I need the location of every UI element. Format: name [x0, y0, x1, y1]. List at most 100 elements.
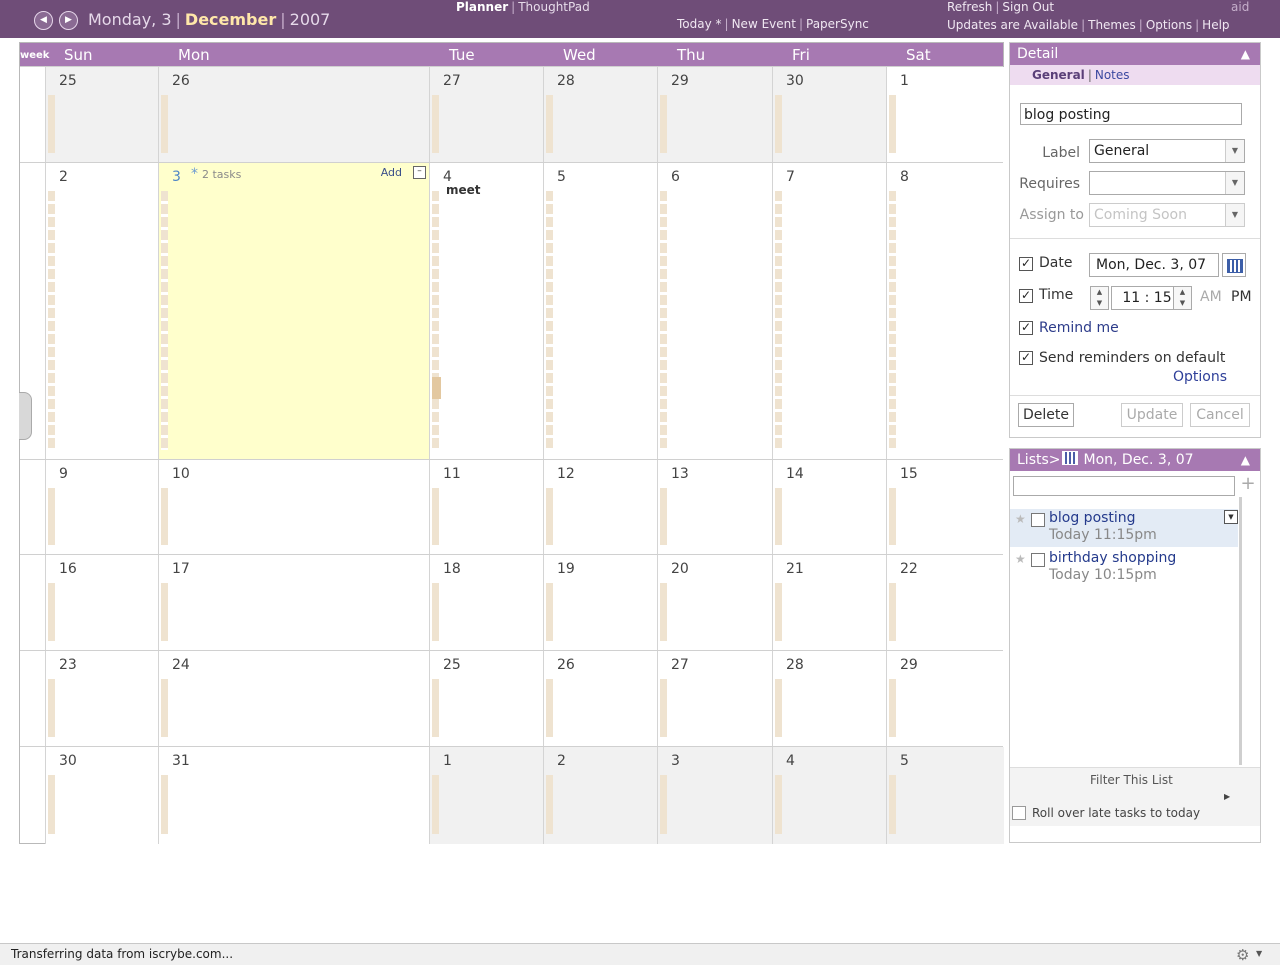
day-cell[interactable]: 5: [886, 747, 1004, 844]
day-cell[interactable]: 5: [543, 163, 658, 460]
date-checkbox[interactable]: ✓: [1019, 257, 1033, 271]
day-cell[interactable]: 1: [429, 747, 544, 844]
chevron-down-icon[interactable]: ▼: [1256, 949, 1262, 958]
double-chevron-up-icon[interactable]: ▲: [1241, 43, 1250, 65]
day-cell[interactable]: 24: [158, 651, 430, 747]
am-toggle[interactable]: AM: [1200, 289, 1222, 305]
requires-select[interactable]: ▼: [1089, 171, 1245, 195]
day-cell[interactable]: 28: [772, 651, 887, 747]
send-reminders-checkbox[interactable]: ✓: [1019, 351, 1033, 365]
chevron-down-icon[interactable]: ▼: [1224, 510, 1238, 524]
event-time-block[interactable]: [432, 377, 441, 399]
day-cell[interactable]: 30: [45, 747, 159, 844]
day-cell[interactable]: 3 * 2 tasks Add –: [158, 163, 430, 460]
options-link[interactable]: Options: [1146, 18, 1192, 32]
tab-general[interactable]: General: [1032, 68, 1085, 82]
time-minute-spinner[interactable]: ▲ ▼: [1173, 286, 1192, 310]
refresh-link[interactable]: Refresh: [947, 0, 992, 14]
list-item[interactable]: ★ birthday shopping Today 10:15pm: [1010, 549, 1238, 587]
day-cell[interactable]: 11: [429, 460, 544, 555]
cancel-button[interactable]: Cancel: [1190, 403, 1250, 427]
task-checkbox[interactable]: [1031, 513, 1045, 527]
day-cell[interactable]: 25: [429, 651, 544, 747]
day-cell[interactable]: 15: [886, 460, 1004, 555]
day-cell[interactable]: 17: [158, 555, 430, 651]
day-cell[interactable]: 2: [45, 163, 159, 460]
task-name[interactable]: birthday shopping: [1049, 550, 1176, 566]
day-cell[interactable]: 30: [772, 67, 887, 163]
add-task-button[interactable]: +: [1240, 474, 1256, 494]
remind-me-label[interactable]: Remind me: [1039, 320, 1119, 336]
app-planner-tab[interactable]: Planner: [456, 0, 508, 14]
day-cell[interactable]: 21: [772, 555, 887, 651]
list-item[interactable]: ★ blog posting Today 11:15pm ▼: [1010, 509, 1238, 547]
day-cell[interactable]: 26: [158, 67, 430, 163]
day-cell[interactable]: 4: [772, 747, 887, 844]
day-cell[interactable]: 16: [45, 555, 159, 651]
lists-breadcrumb[interactable]: Lists>: [1017, 452, 1061, 468]
previous-day-button[interactable]: ◀: [34, 11, 53, 30]
star-icon[interactable]: ★: [1015, 512, 1026, 526]
day-cell[interactable]: 9: [45, 460, 159, 555]
calendar-picker-icon[interactable]: [1222, 253, 1246, 277]
day-cell[interactable]: 1: [886, 67, 1004, 163]
reminder-options-link[interactable]: Options: [1173, 369, 1227, 385]
day-cell[interactable]: 6: [657, 163, 773, 460]
filter-list-link[interactable]: Filter This List: [1090, 773, 1173, 787]
collapse-day-icon[interactable]: –: [413, 166, 426, 179]
remind-me-checkbox[interactable]: ✓: [1019, 321, 1033, 335]
add-task-link[interactable]: Add: [381, 166, 402, 179]
themes-link[interactable]: Themes: [1088, 18, 1136, 32]
new-event-link[interactable]: New Event: [732, 17, 796, 31]
day-cell[interactable]: 8: [886, 163, 1004, 460]
papersync-link[interactable]: PaperSync: [806, 17, 869, 31]
day-cell[interactable]: 10: [158, 460, 430, 555]
time-hour-spinner[interactable]: ▲ ▼: [1090, 286, 1109, 310]
event-item[interactable]: meet: [446, 183, 481, 197]
sign-out-link[interactable]: Sign Out: [1002, 0, 1054, 14]
day-cell[interactable]: 27: [429, 67, 544, 163]
star-icon[interactable]: ★: [1015, 552, 1026, 566]
chevron-right-icon[interactable]: ▶: [1224, 792, 1230, 801]
new-task-input[interactable]: [1013, 476, 1235, 496]
day-cell[interactable]: 26: [543, 651, 658, 747]
task-title-input[interactable]: blog posting: [1020, 103, 1242, 125]
day-cell[interactable]: 4 meet: [429, 163, 544, 460]
date-input[interactable]: Mon, Dec. 3, 07: [1089, 253, 1219, 277]
day-cell[interactable]: 3: [657, 747, 773, 844]
day-cell[interactable]: 29: [886, 651, 1004, 747]
today-link[interactable]: Today *: [677, 17, 722, 31]
time-checkbox[interactable]: ✓: [1019, 289, 1033, 303]
day-cell[interactable]: 31: [158, 747, 430, 844]
day-cell[interactable]: 13: [657, 460, 773, 555]
pm-toggle[interactable]: PM: [1231, 289, 1252, 305]
day-cell[interactable]: 22: [886, 555, 1004, 651]
day-cell[interactable]: 2: [543, 747, 658, 844]
day-cell[interactable]: 23: [45, 651, 159, 747]
day-cell[interactable]: 29: [657, 67, 773, 163]
double-chevron-up-icon[interactable]: ▲: [1241, 449, 1250, 471]
task-checkbox[interactable]: [1031, 553, 1045, 567]
tab-notes[interactable]: Notes: [1095, 68, 1130, 82]
day-cell[interactable]: 14: [772, 460, 887, 555]
day-cell[interactable]: 18: [429, 555, 544, 651]
day-cell[interactable]: 20: [657, 555, 773, 651]
gear-icon[interactable]: ⚙: [1236, 946, 1249, 964]
day-cell[interactable]: 28: [543, 67, 658, 163]
day-cell[interactable]: 19: [543, 555, 658, 651]
calendar-side-handle[interactable]: [19, 392, 32, 440]
day-cell[interactable]: 12: [543, 460, 658, 555]
app-thoughtpad-tab[interactable]: ThoughtPad: [518, 0, 589, 14]
week-view-tab[interactable]: week: [20, 43, 49, 66]
updates-link[interactable]: Updates are Available: [947, 18, 1078, 32]
day-cell[interactable]: 27: [657, 651, 773, 747]
next-day-button[interactable]: ▶: [59, 11, 78, 30]
task-name[interactable]: blog posting: [1049, 510, 1136, 526]
rollover-checkbox[interactable]: [1012, 806, 1026, 820]
delete-button[interactable]: Delete: [1018, 403, 1074, 427]
list-scrollbar[interactable]: [1239, 497, 1242, 765]
update-button[interactable]: Update: [1121, 403, 1183, 427]
help-link[interactable]: Help: [1202, 18, 1229, 32]
label-select[interactable]: General ▼: [1089, 139, 1245, 163]
day-cell[interactable]: 25: [45, 67, 159, 163]
